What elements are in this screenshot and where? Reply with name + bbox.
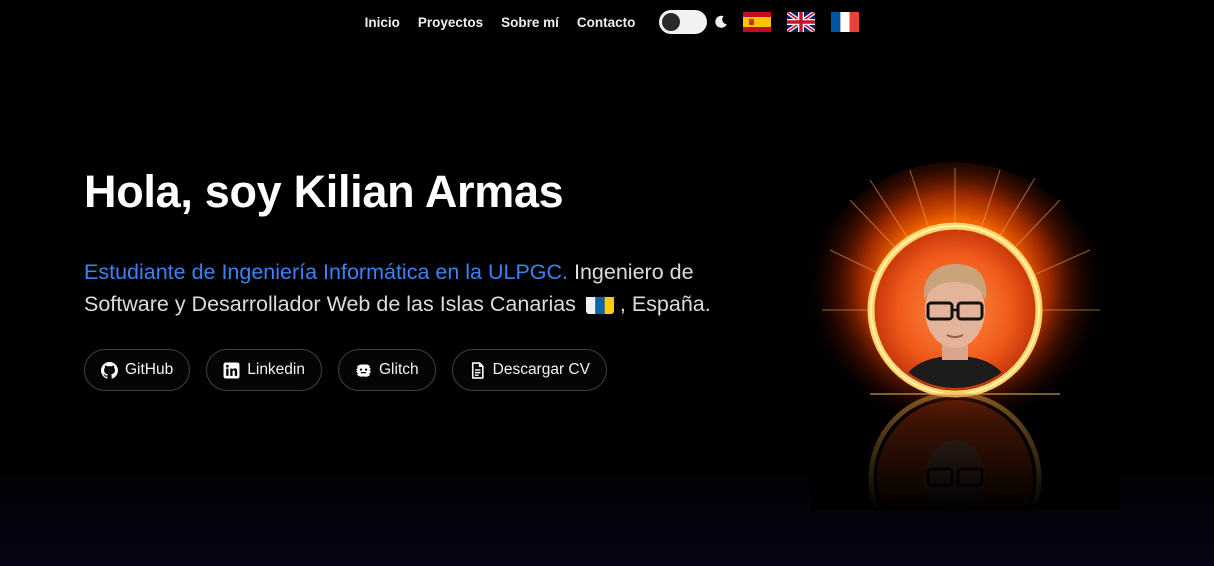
github-icon bbox=[101, 361, 118, 379]
hero-description-part2: , España. bbox=[613, 292, 711, 316]
glitch-button-label: Glitch bbox=[379, 361, 419, 378]
top-nav: Inicio Proyectos Sobre mí Contacto bbox=[0, 0, 1214, 44]
hero-highlight: Estudiante de Ingeniería Informática en … bbox=[84, 260, 569, 284]
glitch-button[interactable]: Glitch bbox=[338, 349, 436, 391]
hero-description: Estudiante de Ingeniería Informática en … bbox=[84, 256, 784, 320]
linkedin-button-label: Linkedin bbox=[247, 361, 305, 378]
linkedin-icon bbox=[223, 362, 240, 379]
document-icon bbox=[469, 361, 486, 379]
language-flags bbox=[743, 12, 860, 32]
glitch-icon bbox=[355, 362, 372, 379]
social-buttons: GitHub Linkedin Glitch Descargar CV bbox=[84, 349, 607, 391]
github-button[interactable]: GitHub bbox=[84, 349, 191, 391]
theme-toggle[interactable] bbox=[659, 10, 708, 34]
nav-link-inicio[interactable]: Inicio bbox=[365, 15, 400, 30]
spain-flag-icon[interactable] bbox=[743, 12, 772, 32]
download-cv-button-label: Descargar CV bbox=[492, 361, 590, 378]
fire-portal-avatar bbox=[810, 160, 1120, 510]
theme-toggle-knob bbox=[662, 13, 681, 31]
github-button-label: GitHub bbox=[125, 361, 174, 378]
nav-link-contacto[interactable]: Contacto bbox=[577, 15, 636, 30]
hero-title: Hola, soy Kilian Armas bbox=[84, 166, 564, 217]
moon-icon bbox=[714, 15, 728, 29]
uk-flag-icon[interactable] bbox=[787, 12, 816, 32]
canary-islands-flag-icon bbox=[585, 294, 614, 314]
france-flag-icon[interactable] bbox=[831, 12, 860, 32]
page: Inicio Proyectos Sobre mí Contacto Hola,… bbox=[0, 0, 1214, 566]
nav-link-proyectos[interactable]: Proyectos bbox=[418, 15, 483, 30]
nav-links: Inicio Proyectos Sobre mí Contacto bbox=[365, 15, 636, 30]
nav-link-sobre-mi[interactable]: Sobre mí bbox=[501, 15, 559, 30]
linkedin-button[interactable]: Linkedin bbox=[206, 349, 322, 391]
download-cv-button[interactable]: Descargar CV bbox=[451, 349, 607, 391]
